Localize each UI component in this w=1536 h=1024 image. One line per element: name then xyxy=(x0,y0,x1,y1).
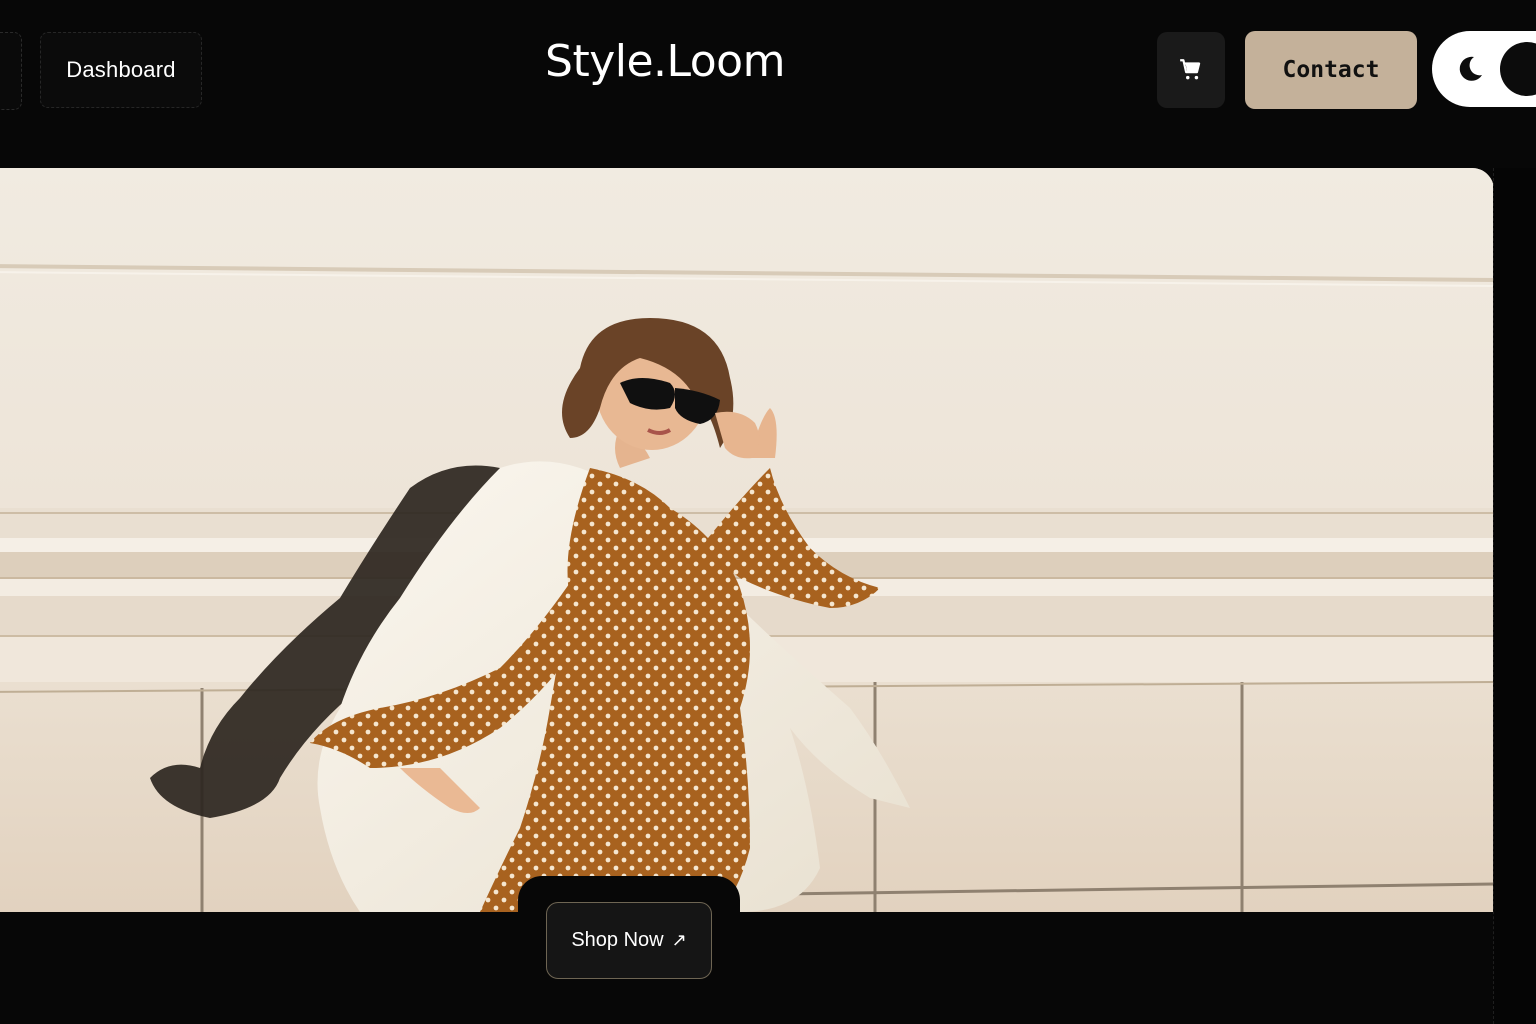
nav-button-partial[interactable] xyxy=(0,32,22,110)
brand-logo[interactable]: Style.Loom xyxy=(540,36,790,87)
shop-now-button[interactable]: Shop Now ↗ xyxy=(546,902,712,979)
hero-image xyxy=(0,168,1494,912)
moon-icon xyxy=(1459,56,1482,81)
dashboard-button[interactable]: Dashboard xyxy=(40,32,202,108)
hero-side-frame xyxy=(1493,168,1536,1024)
hero-photo-illustration xyxy=(0,168,1494,912)
contact-button[interactable]: Contact xyxy=(1245,31,1417,109)
dashboard-label: Dashboard xyxy=(66,57,176,82)
cart-icon xyxy=(1180,59,1201,80)
toggle-knob xyxy=(1500,42,1536,96)
contact-label: Contact xyxy=(1282,57,1380,83)
shop-now-label: Shop Now xyxy=(571,929,664,951)
theme-toggle[interactable] xyxy=(1432,31,1536,107)
arrow-up-right-icon: ↗ xyxy=(671,930,687,950)
cart-button[interactable] xyxy=(1157,32,1225,108)
page: Dashboard Style.Loom Contact Shop Now ↗ xyxy=(0,0,1536,1024)
